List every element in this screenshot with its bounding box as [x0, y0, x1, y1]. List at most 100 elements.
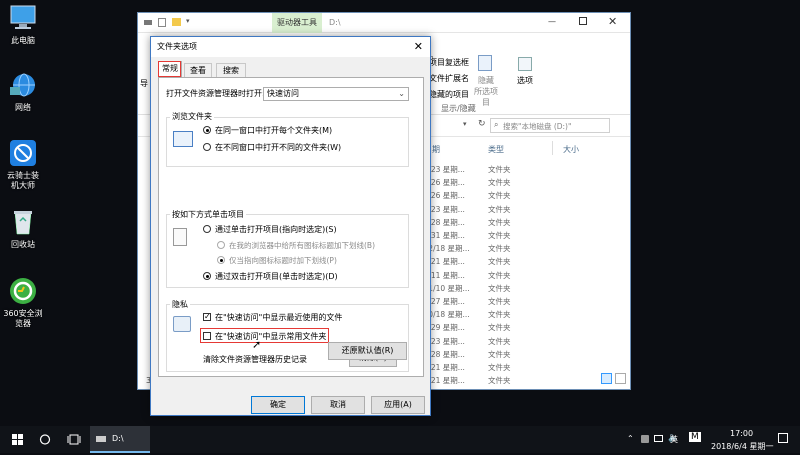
taskbar-explorer-item[interactable]: D:\: [90, 426, 150, 453]
tab-general-highlight: [158, 61, 181, 77]
table-row-type[interactable]: 文件夹: [488, 296, 511, 307]
network-status-icon[interactable]: [654, 435, 663, 442]
cancel-button[interactable]: 取消: [311, 396, 365, 414]
desktop-icon-label: 360安全浏览器: [3, 309, 43, 328]
hide-selected-label[interactable]: 隐藏 所选项目: [473, 75, 499, 108]
size-column-header[interactable]: 大小: [563, 144, 579, 155]
table-row-type[interactable]: 文件夹: [488, 309, 511, 320]
open-explorer-select[interactable]: 快速访问 ⌄: [263, 87, 409, 101]
underline-browser-label: 在我的浏览器中给所有图标标题加下划线(B): [229, 241, 375, 250]
desktop-icon-this-pc[interactable]: 此电脑: [0, 3, 49, 46]
drive-icon: [96, 436, 106, 442]
column-divider: [552, 141, 553, 155]
table-row-type[interactable]: 文件夹: [488, 177, 511, 188]
folder-options-dialog: 文件夹选项 ✕ 常规 查看 搜索 打开文件资源管理器时打开: 快速访问 ⌄ 浏览…: [150, 36, 431, 416]
hidden-items-label[interactable]: 隐藏的项目: [429, 89, 469, 100]
table-row-type[interactable]: 文件夹: [488, 256, 511, 267]
restore-defaults-button[interactable]: 还原默认值(R): [328, 342, 407, 360]
table-row-type[interactable]: 文件夹: [488, 362, 511, 373]
recent-files-checkbox[interactable]: ✓: [203, 313, 211, 321]
double-click-radio[interactable]: [203, 272, 211, 280]
minimize-icon[interactable]: —: [548, 17, 556, 26]
table-row-type[interactable]: 文件夹: [488, 349, 511, 360]
360-browser-icon: [8, 276, 38, 306]
dialog-close-icon[interactable]: ✕: [414, 37, 423, 57]
table-row-type[interactable]: 文件夹: [488, 243, 511, 254]
desktop-icon-yunqishi[interactable]: 云骑士装机大师: [0, 138, 49, 191]
notification-icon[interactable]: [778, 433, 788, 443]
refresh-icon[interactable]: ↻: [478, 119, 486, 129]
click-cursor-icon: [173, 228, 187, 246]
dialog-titlebar: 文件夹选项 ✕: [151, 37, 430, 57]
clock-time[interactable]: 17:00: [730, 429, 753, 438]
cortana-icon[interactable]: [38, 426, 52, 453]
general-tab-panel: 打开文件资源管理器时打开: 快速访问 ⌄ 浏览文件夹 在同一窗口中打开每个文件夹…: [158, 77, 424, 377]
recent-files-label[interactable]: 在"快速访问"中显示最近使用的文件: [215, 312, 342, 323]
task-view-icon[interactable]: [66, 426, 82, 453]
desktop-icon-label: 回收站: [11, 240, 35, 249]
apply-button[interactable]: 应用(A): [371, 396, 425, 414]
maximize-icon[interactable]: [579, 17, 587, 25]
chevron-down-icon: ⌄: [398, 89, 405, 98]
underline-point-radio: [217, 256, 225, 264]
details-view-icon[interactable]: [601, 373, 612, 384]
taskbar-explorer-label: D:\: [112, 434, 124, 443]
options-label[interactable]: 选项: [517, 75, 533, 86]
type-column-header[interactable]: 类型: [488, 144, 504, 155]
single-click-label[interactable]: 通过单击打开项目(指向时选定)(S): [215, 224, 337, 235]
underline-point-label: 仅当指向图标标题时加下划线(P): [229, 256, 337, 265]
clock-date[interactable]: 2018/6/4 星期一: [711, 441, 773, 452]
ime-language[interactable]: 英: [670, 434, 678, 445]
table-row-type[interactable]: 文件夹: [488, 270, 511, 281]
table-row-type[interactable]: 文件夹: [488, 336, 511, 347]
drive-tools-tab[interactable]: 驱动器工具: [272, 13, 322, 33]
qat-chevron-icon[interactable]: ▾: [186, 17, 190, 25]
ok-button[interactable]: 确定: [251, 396, 305, 414]
search-box[interactable]: ⌕ 搜索"本地磁盘 (D:)": [490, 118, 610, 133]
desktop-icon-label: 此电脑: [11, 36, 35, 45]
explorer-titlebar: ▾ 驱动器工具 D:\ — ✕: [138, 13, 630, 33]
privacy-label: 隐私: [170, 299, 190, 310]
browse-folders-label: 浏览文件夹: [170, 111, 214, 122]
file-ext-label[interactable]: 文件扩展名: [429, 73, 469, 84]
folder-icon[interactable]: [172, 18, 181, 26]
double-click-label[interactable]: 通过双击打开项目(单击时选定)(D): [215, 271, 338, 282]
properties-icon[interactable]: [158, 18, 166, 27]
browse-new-window-label[interactable]: 在不同窗口中打开不同的文件夹(W): [215, 142, 341, 153]
recycle-bin-icon: [8, 207, 38, 237]
close-icon[interactable]: ✕: [608, 15, 617, 28]
dropdown-chevron-icon[interactable]: ▾: [463, 120, 467, 128]
tray-app-icon[interactable]: [641, 435, 649, 443]
table-row-type[interactable]: 文件夹: [488, 283, 511, 294]
computer-icon: [8, 3, 38, 33]
search-input[interactable]: 搜索"本地磁盘 (D:)": [503, 121, 571, 132]
table-row-type[interactable]: 文件夹: [488, 322, 511, 333]
item-checkbox-label[interactable]: 项目复选框: [429, 57, 469, 68]
browse-same-window-label[interactable]: 在同一窗口中打开每个文件夹(M): [215, 125, 332, 136]
explorer-title: D:\: [329, 18, 341, 27]
table-row-type[interactable]: 文件夹: [488, 217, 511, 228]
network-icon: [8, 70, 38, 100]
tab-search[interactable]: 搜索: [216, 63, 246, 77]
start-windows-icon[interactable]: [10, 426, 26, 453]
tray-chevron-icon[interactable]: ⌃: [627, 434, 634, 443]
tab-view[interactable]: 查看: [184, 63, 212, 77]
desktop-icon-network[interactable]: 网络: [0, 70, 49, 113]
ribbon-left-label: 导: [140, 79, 148, 88]
desktop-icon-recycle-bin[interactable]: 回收站: [0, 207, 49, 250]
table-row-type[interactable]: 文件夹: [488, 204, 511, 215]
large-icons-view-icon[interactable]: [615, 373, 626, 384]
table-row-type[interactable]: 文件夹: [488, 164, 511, 175]
desktop-icon-label: 云骑士装机大师: [7, 171, 39, 190]
table-row-type[interactable]: 文件夹: [488, 230, 511, 241]
browse-window-icon: [173, 131, 193, 147]
single-click-radio[interactable]: [203, 225, 211, 233]
ime-mode[interactable]: M: [689, 432, 701, 442]
dialog-title: 文件夹选项: [157, 42, 197, 51]
drive-icon: [144, 20, 152, 25]
browse-same-window-radio[interactable]: [203, 126, 211, 134]
desktop-icon-360-browser[interactable]: 360安全浏览器: [0, 276, 49, 329]
table-row-type[interactable]: 文件夹: [488, 375, 511, 386]
browse-new-window-radio[interactable]: [203, 143, 211, 151]
table-row-type[interactable]: 文件夹: [488, 190, 511, 201]
